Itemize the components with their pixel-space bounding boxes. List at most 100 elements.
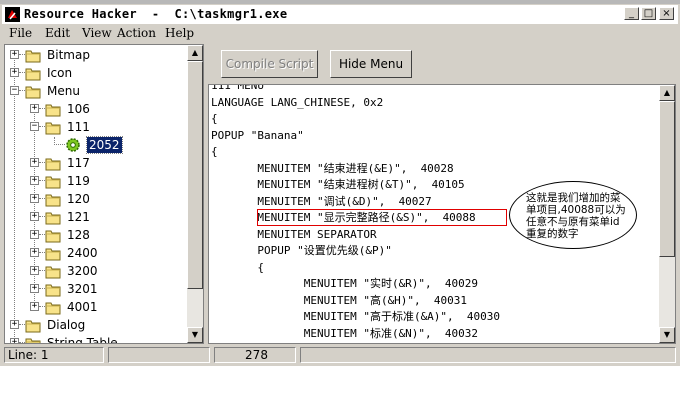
folder-icon — [45, 282, 61, 297]
tree-node-label: 128 — [67, 228, 90, 242]
folder-icon — [25, 318, 41, 333]
folder-icon — [45, 228, 61, 243]
tree-scroll-thumb[interactable] — [187, 61, 203, 289]
expand-icon[interactable]: + — [10, 320, 19, 329]
menu-bar: File Edit View Action Help — [2, 24, 678, 43]
highlight-box — [257, 209, 507, 226]
tree-node-label: 2400 — [67, 246, 98, 260]
tree-node-label: 3200 — [67, 264, 98, 278]
code-line: LANGUAGE LANG_CHINESE, 0x2 — [211, 95, 384, 109]
tree-node[interactable]: +120 — [5, 190, 185, 208]
menu-action[interactable]: Action — [117, 26, 156, 41]
status-line: Line: 1 — [4, 347, 104, 363]
folder-icon — [45, 174, 61, 189]
scroll-up-button[interactable]: ▲ — [187, 45, 203, 61]
code-line: MENUITEM "结束进程树(&T)", 40105 — [211, 178, 465, 191]
title-bar[interactable]: Resource Hacker - C:\taskmgr1.exe _ □ × — [2, 5, 678, 24]
code-line: MENUITEM "标准(&N)", 40032 — [211, 326, 479, 340]
tree-guide-line — [54, 144, 65, 145]
editor-scroll-up-button[interactable]: ▲ — [659, 85, 675, 101]
code-line: POPUP "设置优先级(&P)" — [211, 244, 392, 257]
editor-scroll-down-button[interactable]: ▼ — [659, 327, 675, 343]
close-button[interactable]: × — [659, 7, 674, 20]
tree-node[interactable]: + Bitmap — [5, 46, 185, 64]
expand-icon[interactable]: + — [10, 50, 19, 59]
menu-help[interactable]: Help — [165, 26, 194, 41]
tree-node[interactable]: +4001 — [5, 298, 185, 316]
code-line: 111 MENU — [211, 84, 264, 92]
folder-icon — [25, 84, 41, 99]
tree-node[interactable]: + String Table — [5, 334, 185, 344]
code-line: MENUITEM SEPARATOR — [211, 227, 377, 241]
status-count: 278 — [214, 347, 296, 363]
code-line: POPUP "Banana" — [211, 128, 304, 142]
minimize-button[interactable]: _ — [624, 7, 639, 20]
expand-icon[interactable]: + — [30, 302, 39, 311]
folder-icon — [45, 246, 61, 261]
maximize-button[interactable]: □ — [641, 7, 656, 20]
tree-node-label: 117 — [67, 156, 90, 170]
expand-icon[interactable]: + — [30, 230, 39, 239]
tree-node-label: Menu — [47, 84, 80, 98]
folder-icon — [45, 192, 61, 207]
tree-node-label: 120 — [67, 192, 90, 206]
folder-icon — [25, 66, 41, 81]
folder-icon — [25, 336, 41, 343]
expand-icon[interactable]: + — [30, 248, 39, 257]
code-line: MENUITEM "实时(&R)", 40029 — [211, 277, 479, 290]
tree-node[interactable]: + Icon — [5, 64, 185, 82]
code-line: MENUITEM "调试(&D)", 40027 — [211, 194, 432, 208]
tree-node-label: 121 — [67, 210, 90, 224]
hide-menu-button[interactable]: Hide Menu — [330, 50, 412, 78]
folder-icon — [45, 156, 61, 171]
editor-scrollbar[interactable]: ▲ ▼ — [659, 85, 675, 343]
tree-node[interactable]: 2052 — [5, 136, 185, 154]
expand-icon[interactable]: + — [10, 68, 19, 77]
tree-node[interactable]: +117 — [5, 154, 185, 172]
code-line: MENUITEM "高(&H)", 40031 — [211, 293, 468, 307]
code-line: { — [211, 260, 264, 274]
minimize-icon: _ — [629, 8, 634, 19]
annotation-text: 这就是我们增加的菜单项目,40088可以为任意不与原有菜单id重复的数字 — [526, 192, 626, 240]
expand-icon[interactable]: + — [30, 176, 39, 185]
tree-node-label: Bitmap — [47, 48, 90, 62]
tree-node-label: Icon — [47, 66, 73, 80]
expand-icon[interactable]: + — [10, 338, 19, 343]
tree-node[interactable]: − 111 — [5, 118, 185, 136]
folder-icon — [45, 120, 61, 135]
folder-icon — [45, 264, 61, 279]
collapse-icon[interactable]: − — [10, 86, 19, 95]
menu-file[interactable]: File — [9, 26, 32, 41]
tree-node[interactable]: + Dialog — [5, 316, 185, 334]
tree-node[interactable]: +3200 — [5, 262, 185, 280]
tree-node-label: 2052 — [86, 136, 123, 154]
resource-hacker-icon — [5, 7, 20, 22]
expand-icon[interactable]: + — [30, 266, 39, 275]
folder-icon — [45, 102, 61, 117]
menu-edit[interactable]: Edit — [45, 26, 70, 41]
tree-node[interactable]: +2400 — [5, 244, 185, 262]
expand-icon[interactable]: + — [30, 158, 39, 167]
tree-node-label: 106 — [67, 102, 90, 116]
collapse-icon[interactable]: − — [30, 122, 39, 131]
tree-scrollbar[interactable]: ▲ ▼ — [187, 45, 203, 343]
expand-icon[interactable]: + — [30, 284, 39, 293]
menu-view[interactable]: View — [82, 26, 112, 41]
tree-node[interactable]: +121 — [5, 208, 185, 226]
scroll-down-button[interactable]: ▼ — [187, 327, 203, 343]
editor-scroll-thumb[interactable] — [659, 101, 675, 257]
tree-node[interactable]: +119 — [5, 172, 185, 190]
expand-icon[interactable]: + — [30, 212, 39, 221]
tree-node[interactable]: +106 — [5, 100, 185, 118]
tree-node[interactable]: − Menu — [5, 82, 185, 100]
tree-node[interactable]: +128 — [5, 226, 185, 244]
annotation-callout: 这就是我们增加的菜单项目,40088可以为任意不与原有菜单id重复的数字 — [509, 181, 637, 249]
expand-icon[interactable]: + — [30, 194, 39, 203]
expand-icon[interactable]: + — [30, 104, 39, 113]
tree-node[interactable]: +3201 — [5, 280, 185, 298]
compile-script-button[interactable]: Compile Script — [221, 50, 318, 78]
tree-node-label: String Table — [47, 336, 118, 344]
resource-tree[interactable]: + Bitmap + Icon − Menu +106−111 2052 +117 +119 +12… — [4, 44, 204, 344]
script-editor[interactable]: 111 MENU LANGUAGE LANG_CHINESE, 0x2 { POPUP… — [208, 84, 676, 344]
code-line: MENUITEM "结束进程(&E)", 40028 — [211, 161, 454, 175]
